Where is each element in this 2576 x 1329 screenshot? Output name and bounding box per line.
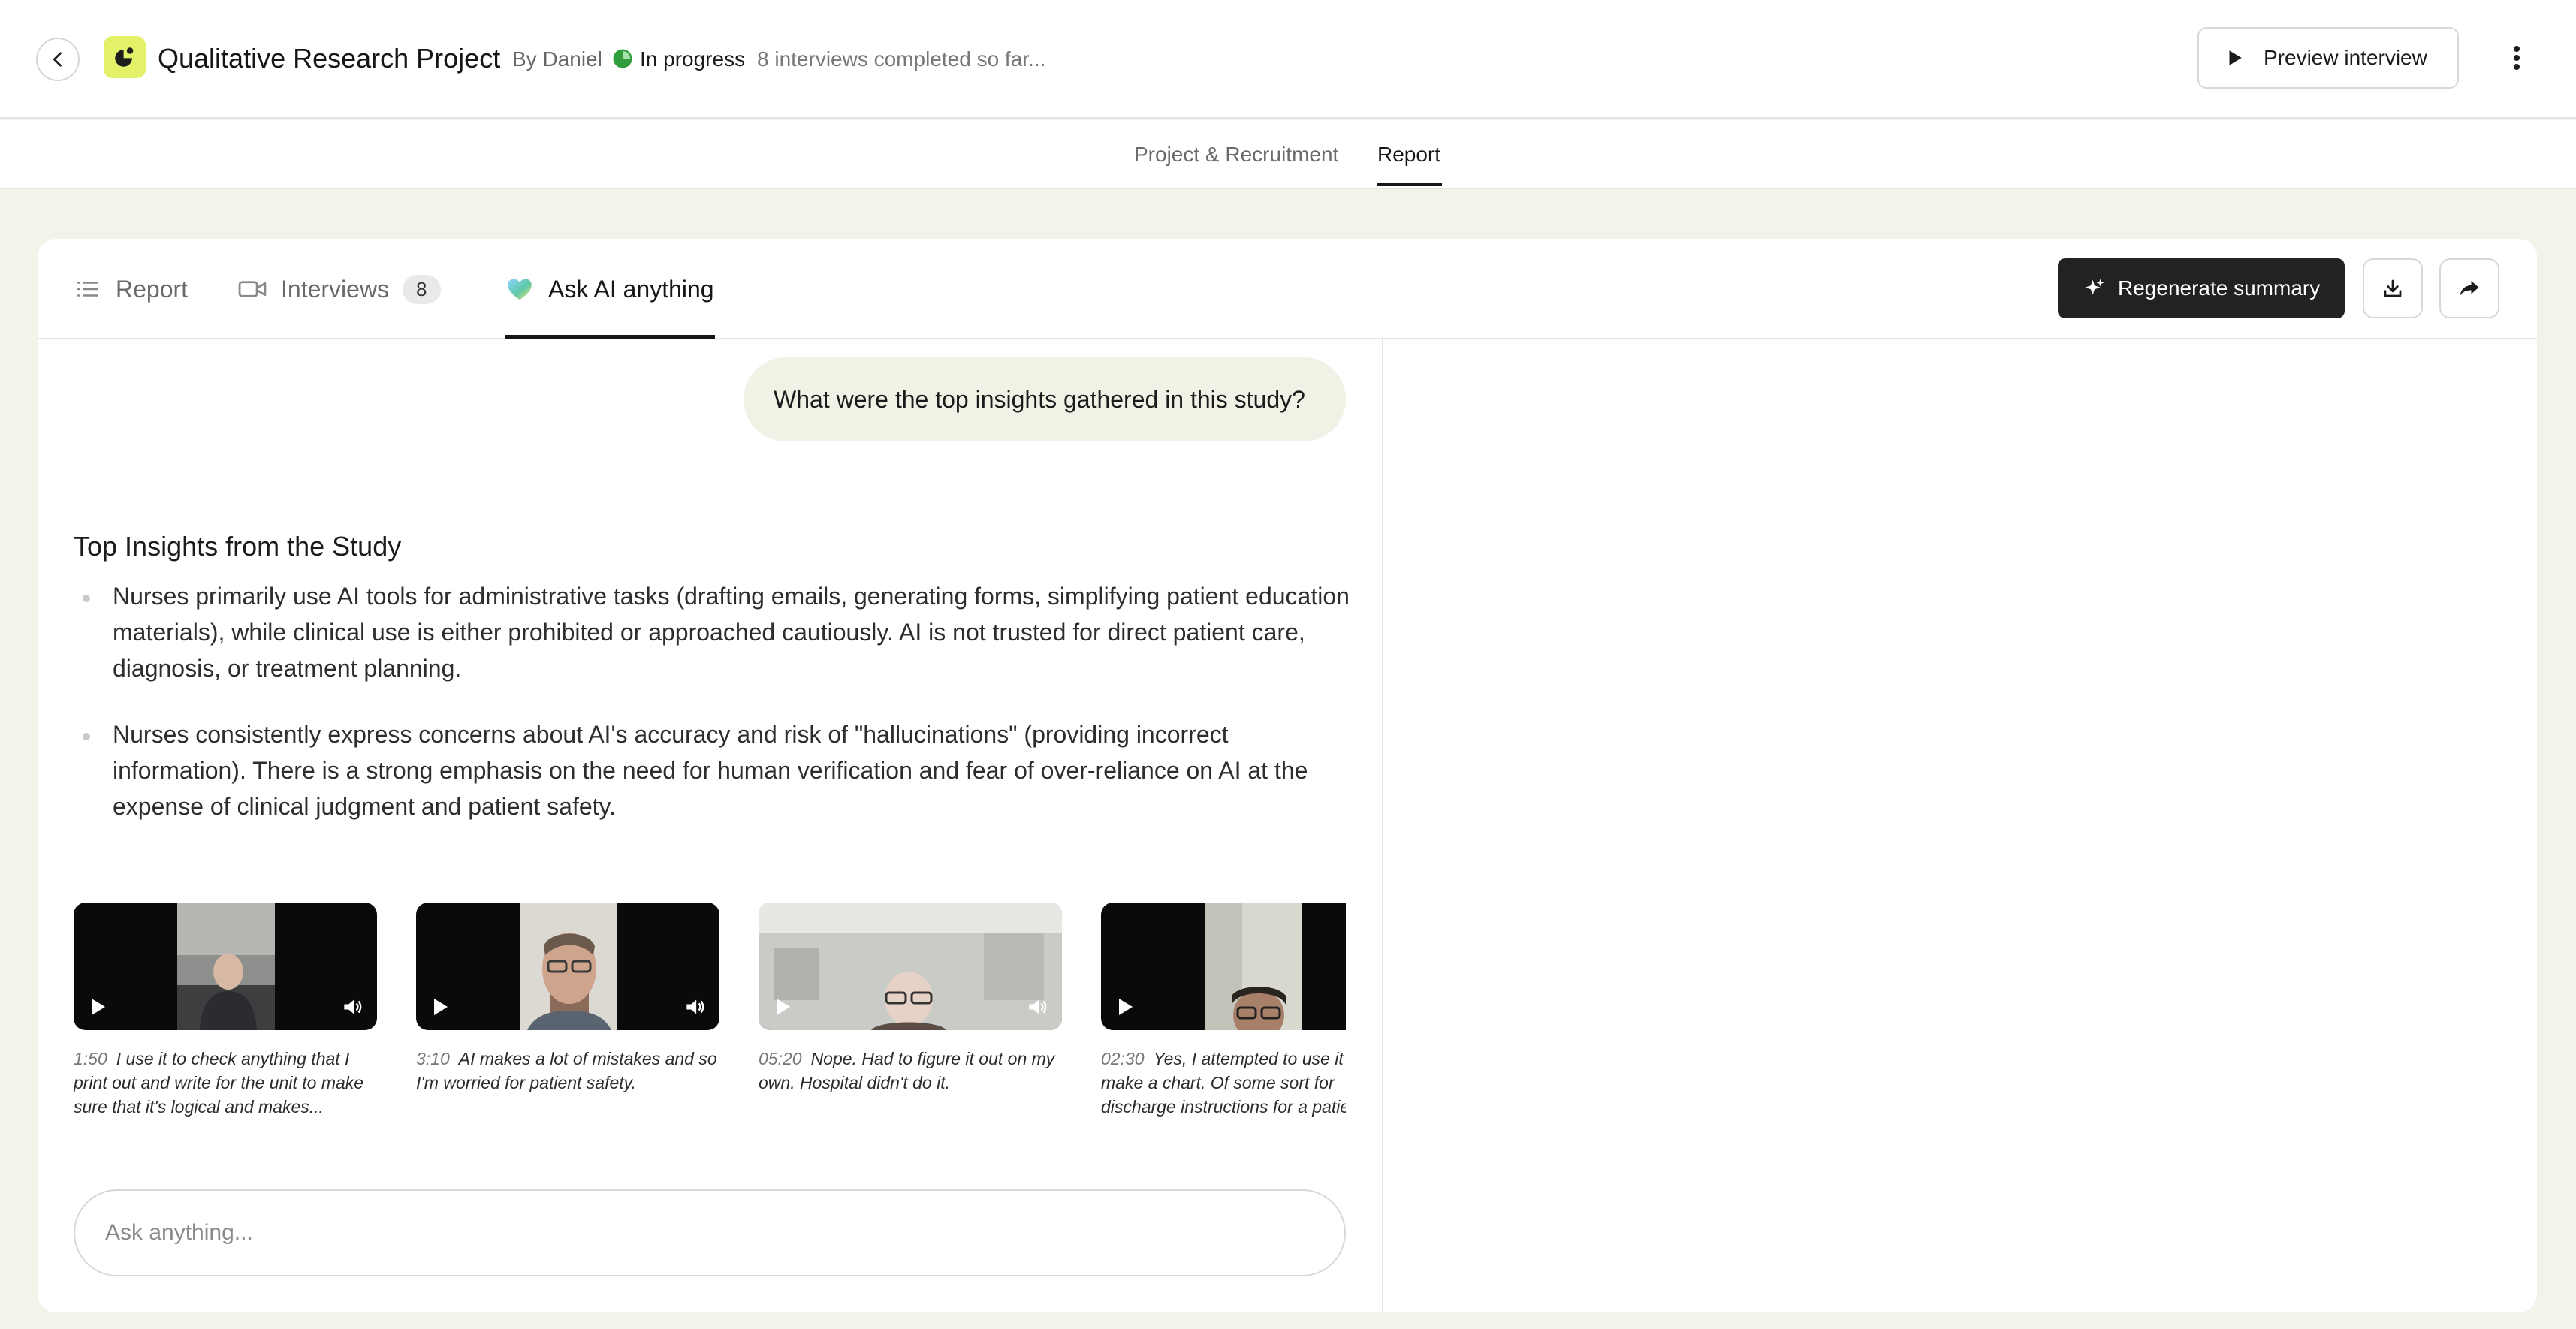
more-options-button[interactable] <box>2495 36 2538 80</box>
share-button[interactable] <box>2439 258 2499 318</box>
interviews-count-badge: 8 <box>403 274 441 304</box>
project-logo <box>104 36 146 78</box>
user-message-bubble: What were the top insights gathered in t… <box>744 357 1346 441</box>
clip-caption: 05:20 Nope. Had to figure it out on my ow… <box>759 1047 1062 1095</box>
logo-icon <box>115 47 134 67</box>
volume-icon[interactable] <box>342 997 363 1017</box>
tab-report-label: Report <box>116 275 189 303</box>
tab-report[interactable]: Report <box>1377 141 1440 168</box>
sparkle-icon <box>2085 279 2104 295</box>
back-button[interactable] <box>36 38 80 81</box>
page-title: Qualitative Research Project <box>158 43 501 74</box>
clip-timestamp[interactable]: 3:10 <box>416 1049 450 1068</box>
regenerate-summary-label: Regenerate summary <box>2118 276 2321 300</box>
ask-anything-input[interactable] <box>74 1189 1346 1276</box>
participant-thumbnail <box>177 903 275 1030</box>
clip-timestamp[interactable]: 05:20 <box>759 1049 802 1068</box>
volume-icon[interactable] <box>1027 997 1048 1017</box>
participant-thumbnail <box>1205 903 1302 1030</box>
tab-interviews-label: Interviews <box>281 275 390 303</box>
insight-item: Nurses consistently express concerns abo… <box>113 721 1308 820</box>
project-subnav: Project & Recruitment Report <box>0 120 2576 189</box>
interviews-progress-note: 8 interviews completed so far... <box>757 47 1046 71</box>
video-camera-icon <box>238 281 267 297</box>
active-card-tab-indicator <box>505 335 715 339</box>
active-tab-indicator <box>1377 183 1442 186</box>
clip-caption: 1:50 I use it to check anything that I pr… <box>74 1047 377 1119</box>
play-icon[interactable] <box>90 999 105 1015</box>
bullet-marker <box>83 733 90 740</box>
download-button[interactable] <box>2363 258 2423 318</box>
insight-item: Nurses primarily use AI tools for admini… <box>113 583 1350 682</box>
tab-ask-ai[interactable]: Ask AI anything <box>505 270 714 308</box>
ai-heart-icon <box>508 279 532 300</box>
video-clip: 05:20 Nope. Had to figure it out on my ow… <box>759 903 1062 1095</box>
participant-thumbnail <box>759 903 1062 1030</box>
video-player[interactable] <box>416 903 719 1030</box>
top-bar: Qualitative Research Project By Daniel I… <box>0 0 2576 119</box>
clip-quote: AI makes a lot of mistakes and so I'm wo… <box>416 1049 717 1092</box>
clip-timestamp[interactable]: 1:50 <box>74 1049 107 1068</box>
tab-report-section[interactable]: Report <box>74 270 188 308</box>
status-badge: In progress <box>640 47 746 71</box>
video-clips-carousel[interactable]: 1:50 I use it to check anything that I pr… <box>74 903 1346 1128</box>
participant-thumbnail <box>520 903 617 1030</box>
play-icon[interactable] <box>433 999 448 1015</box>
video-player[interactable] <box>759 903 1062 1030</box>
play-icon <box>2229 50 2242 65</box>
regenerate-summary-button[interactable]: Regenerate summary <box>2058 258 2345 318</box>
play-icon[interactable] <box>1118 999 1133 1015</box>
bullet-marker <box>83 595 90 602</box>
report-card: Report Interviews 8 Ask AI anything Rege… <box>38 239 2537 1312</box>
report-tabs: Report Interviews 8 Ask AI anything Rege… <box>38 239 2537 339</box>
clip-caption: 3:10 AI makes a lot of mistakes and so I'… <box>416 1047 719 1095</box>
share-arrow-icon <box>2460 281 2479 296</box>
video-clip: 02:30 Yes, I attempted to use it to make … <box>1101 903 1346 1119</box>
answer-heading: Top Insights from the Study <box>74 531 402 562</box>
tab-project-recruitment[interactable]: Project & Recruitment <box>1134 141 1338 168</box>
more-vertical-icon <box>2514 46 2520 70</box>
video-clip: 3:10 AI makes a lot of mistakes and so I'… <box>416 903 719 1095</box>
tab-interviews[interactable]: Interviews 8 <box>237 270 441 308</box>
video-clip: 1:50 I use it to check anything that I pr… <box>74 903 377 1119</box>
download-icon <box>2384 279 2402 297</box>
volume-icon[interactable] <box>685 997 706 1017</box>
preview-interview-button[interactable]: Preview interview <box>2197 27 2459 89</box>
clip-quote: I use it to check anything that I print … <box>74 1049 364 1117</box>
tab-ask-ai-label: Ask AI anything <box>548 275 714 303</box>
clip-timestamp[interactable]: 02:30 <box>1101 1049 1145 1068</box>
list-icon <box>77 282 99 297</box>
clip-quote: Nope. Had to figure it out on my own. Ho… <box>759 1049 1055 1092</box>
panel-divider <box>1382 339 1383 1312</box>
progress-status-icon <box>613 49 632 68</box>
play-icon[interactable] <box>775 999 790 1015</box>
user-message-text: What were the top insights gathered in t… <box>774 385 1305 413</box>
author-label: By Daniel <box>512 47 602 71</box>
video-player[interactable] <box>1101 903 1346 1030</box>
clip-caption: 02:30 Yes, I attempted to use it to make … <box>1101 1047 1346 1119</box>
video-player[interactable] <box>74 903 377 1030</box>
chevron-left-icon <box>53 52 62 67</box>
preview-interview-label: Preview interview <box>2264 46 2427 69</box>
